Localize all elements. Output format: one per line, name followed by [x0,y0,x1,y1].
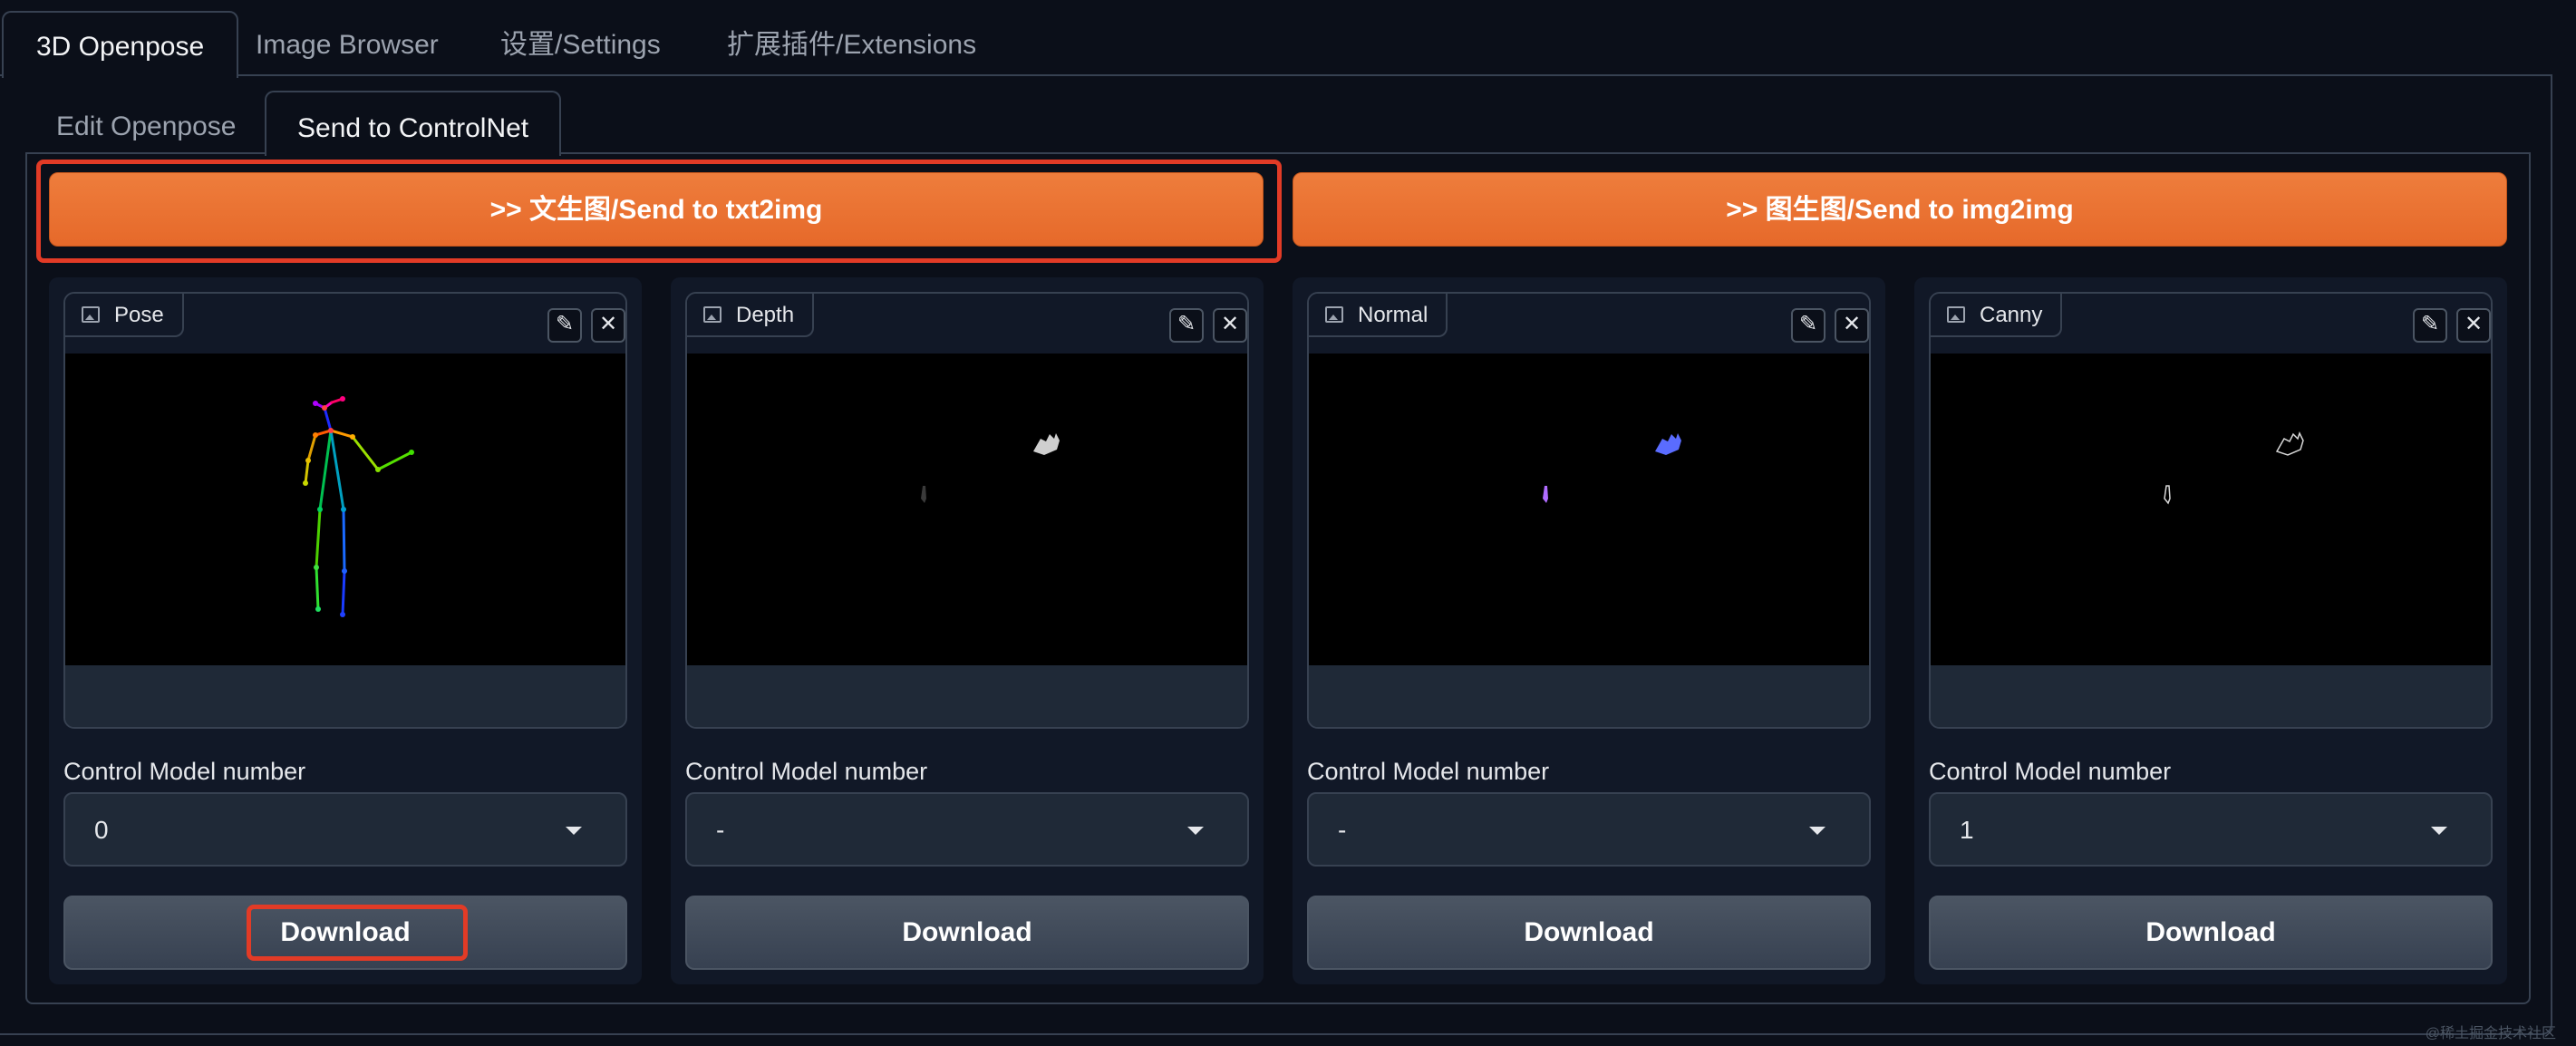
highlight-txt2img [36,160,1282,263]
chevron-down-icon [1809,827,1825,835]
chevron-down-icon [1187,827,1204,835]
tab-settings[interactable]: 设置/Settings [468,11,693,74]
pencil-icon[interactable]: ✎ [1169,308,1204,343]
image-label: Depth [687,294,815,337]
normal-image: Normal ✎ ✕ [1307,292,1871,729]
image-label: Canny [1931,294,2063,337]
depth-card: Depth ✎ ✕ Control Model number - Downloa… [671,277,1264,984]
normal-title: Normal [1358,303,1428,327]
control-model-select[interactable]: 1 [1929,792,2493,867]
normal-card: Normal ✎ ✕ Control Model number - Downlo… [1293,277,1885,984]
pose-skeleton [303,396,414,617]
tab-edit-openpose[interactable]: Edit Openpose [25,91,266,154]
image-label: Pose [65,294,184,337]
image-icon [1325,306,1343,323]
canny-hands [2164,431,2304,505]
canny-title: Canny [1980,303,2043,327]
canny-image: Canny ✎ ✕ [1929,292,2493,729]
pencil-icon[interactable]: ✎ [1791,308,1825,343]
control-model-label: Control Model number [1929,758,2172,785]
close-icon[interactable]: ✕ [591,308,625,343]
normal-hands [1543,433,1681,503]
tab-3d-openpose[interactable]: 3D Openpose [2,11,239,78]
normal-canvas [1309,354,1869,665]
tab-image-browser[interactable]: Image Browser [223,11,471,74]
control-model-select[interactable]: - [1307,792,1871,867]
download-button[interactable]: Download [1307,896,1871,970]
image-icon [82,306,100,323]
canny-canvas [1931,354,2491,665]
control-model-select[interactable]: 0 [63,792,627,867]
chevron-down-icon [566,827,582,835]
control-model-label: Control Model number [1307,758,1550,785]
depth-hands [921,433,1060,503]
control-model-value: - [716,816,725,844]
send-to-img2img-button[interactable]: >> 图生图/Send to img2img [1293,172,2507,247]
depth-canvas [687,354,1247,665]
depth-image: Depth ✎ ✕ [685,292,1249,729]
control-model-value: - [1338,816,1347,844]
pencil-icon[interactable]: ✎ [2413,308,2447,343]
pose-image: Pose ✎ ✕ [63,292,627,729]
image-label: Normal [1309,294,1448,337]
control-model-label: Control Model number [685,758,928,785]
pose-title: Pose [114,303,164,327]
pose-card: Pose ✎ ✕ Control Model number 0 Download [49,277,642,984]
chevron-down-icon [2431,827,2447,835]
image-footer [65,665,625,727]
close-icon[interactable]: ✕ [2456,308,2491,343]
download-button[interactable]: Download [1929,896,2493,970]
highlight-download [247,905,468,961]
image-footer [1931,665,2491,727]
control-model-select[interactable]: - [685,792,1249,867]
tab-send-to-controlnet[interactable]: Send to ControlNet [265,91,562,156]
control-model-value: 0 [94,816,109,844]
image-footer [687,665,1247,727]
depth-title: Depth [736,303,795,327]
pencil-icon[interactable]: ✎ [547,308,582,343]
image-footer [1309,665,1869,727]
download-button[interactable]: Download [685,896,1249,970]
close-icon[interactable]: ✕ [1835,308,1869,343]
image-icon [703,306,721,323]
top-tab-bar: 3D Openpose Image Browser 设置/Settings 扩展… [0,0,2576,78]
canny-card: Canny ✎ ✕ Control Model number 1 Downloa… [1914,277,2507,984]
close-icon[interactable]: ✕ [1213,308,1247,343]
image-icon [1947,306,1965,323]
control-model-label: Control Model number [63,758,306,785]
control-model-value: 1 [1960,816,1974,844]
tab-extensions[interactable]: 扩展插件/Extensions [694,11,1009,74]
pose-canvas [65,354,625,665]
watermark: @稀土掘金技术社区 [2425,1026,2556,1041]
